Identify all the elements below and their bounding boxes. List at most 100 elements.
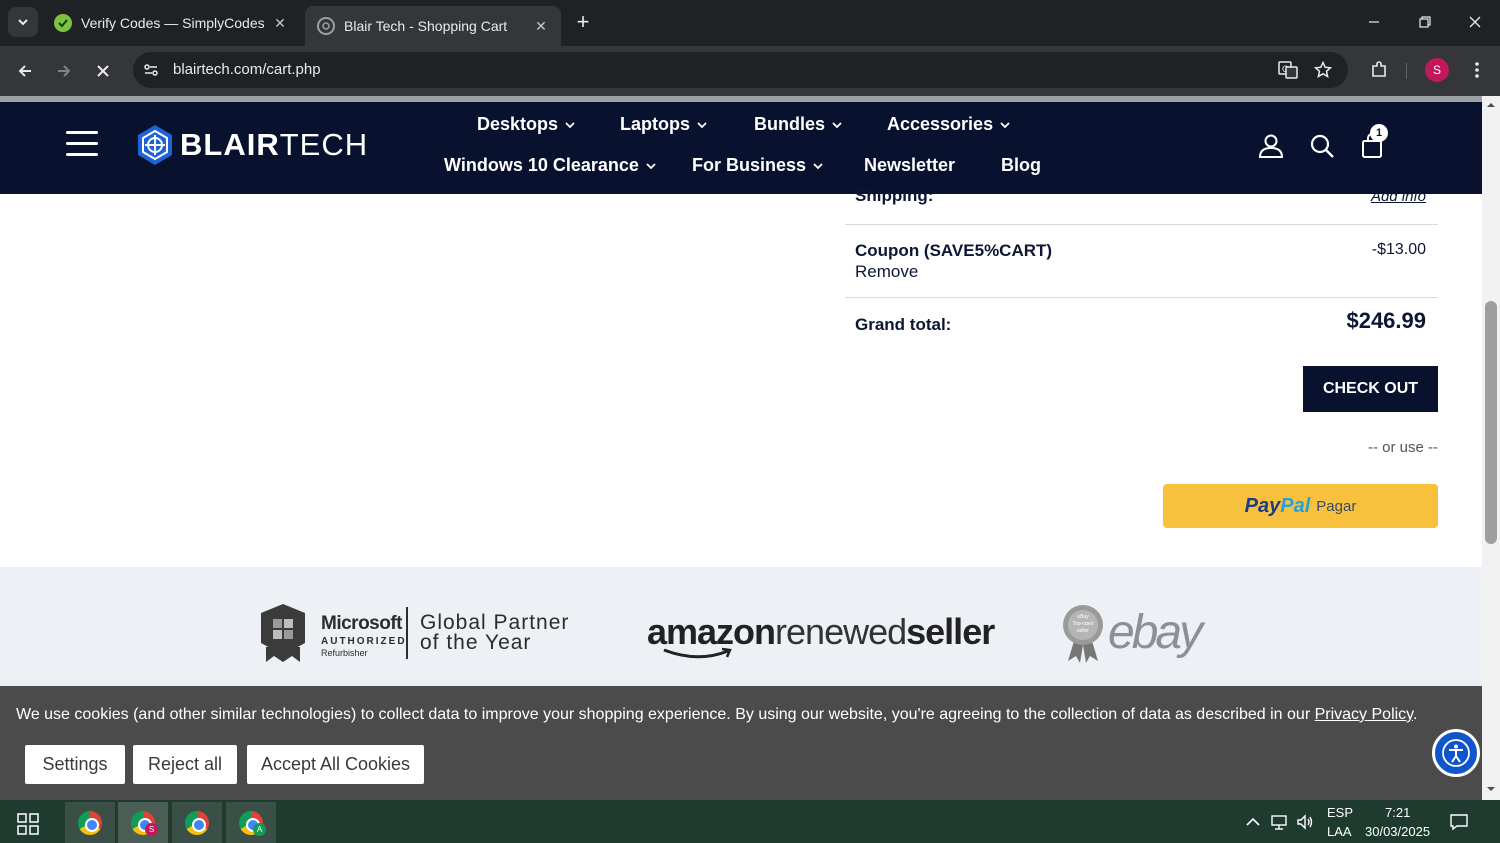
tab-blairtech-cart[interactable]: Blair Tech - Shopping Cart ✕ [305, 6, 561, 46]
menu-button[interactable] [66, 129, 98, 159]
chrome-icon [78, 810, 102, 835]
cookie-settings-button[interactable]: Settings [25, 745, 125, 784]
url-text: blairtech.com/cart.php [173, 61, 321, 78]
minimize-button[interactable] [1354, 8, 1394, 36]
chevron-down-icon [565, 121, 575, 128]
scroll-up-icon[interactable] [1486, 100, 1496, 110]
notifications-icon[interactable] [1449, 812, 1469, 832]
alternative-payment-label: -- or use -- [1367, 439, 1438, 456]
nav-label: Desktops [477, 114, 559, 134]
puzzle-icon [1372, 61, 1386, 77]
hamburger-icon [66, 142, 98, 145]
nav-newsletter[interactable]: Newsletter [864, 155, 955, 176]
address-bar[interactable]: blairtech.com/cart.php G [133, 52, 1348, 88]
cookie-consent-banner: We use cookies (and other similar techno… [0, 686, 1482, 800]
search-icon[interactable] [1308, 132, 1336, 160]
accessibility-icon [1442, 739, 1470, 767]
windows-taskbar: S A ESP LAA 7:21 30/03/2025 [0, 800, 1500, 843]
remove-coupon-link[interactable]: Remove [855, 262, 918, 282]
tab-close-button[interactable]: ✕ [533, 18, 549, 35]
browser-menu-button[interactable] [1463, 56, 1491, 84]
account-icon[interactable] [1257, 132, 1285, 160]
site-settings-icon[interactable] [143, 62, 159, 78]
back-button[interactable] [10, 56, 40, 86]
blairtech-logo[interactable]: BLAIRTECH [136, 123, 368, 167]
scrollbar-thumb[interactable] [1485, 301, 1497, 544]
profile-avatar[interactable]: S [1425, 58, 1449, 82]
translate-icon: G [1278, 61, 1298, 79]
chrome-icon [185, 810, 209, 835]
taskbar-chrome-app[interactable] [172, 802, 222, 843]
browser-toolbar: blairtech.com/cart.php G S [0, 46, 1500, 96]
clock-date[interactable]: 30/03/2025 [1365, 824, 1430, 839]
task-view-icon[interactable] [17, 813, 39, 835]
nav-label: Accessories [887, 114, 994, 134]
chevron-down-icon [697, 121, 707, 128]
nav-desktops[interactable]: Desktops [477, 114, 575, 135]
global-partner-line1: Global Partner [420, 611, 570, 634]
tab-search-button[interactable] [8, 7, 38, 37]
nav-bundles[interactable]: Bundles [754, 114, 842, 135]
amazon-smile-icon [663, 647, 732, 659]
taskbar-chrome-app[interactable] [65, 802, 115, 843]
blairtech-icon [317, 17, 335, 35]
shipping-add-info-link[interactable]: Add info [1371, 188, 1426, 205]
nav-label: Blog [1001, 155, 1041, 175]
checkout-button[interactable]: CHECK OUT [1303, 366, 1438, 412]
page-scrollbar[interactable] [1482, 96, 1500, 800]
nav-laptops[interactable]: Laptops [620, 114, 707, 135]
forward-button[interactable] [49, 56, 79, 86]
chevron-up-icon[interactable] [1244, 813, 1262, 831]
microsoft-authorized-refurbisher-logo: Microsoft AUTHORIZED Refurbisher [321, 613, 407, 658]
extensions-button[interactable] [1365, 56, 1393, 84]
input-language[interactable]: ESP [1327, 805, 1353, 820]
ebay-top-rated-seller-badge-icon: eBay Top-rated seller [1063, 605, 1103, 663]
cart-count-badge: 1 [1370, 124, 1388, 142]
new-tab-button[interactable]: + [570, 8, 596, 36]
paypal-logo-pal: Pal [1280, 494, 1311, 517]
accessibility-button[interactable] [1432, 729, 1480, 777]
close-window-button[interactable] [1455, 8, 1495, 36]
microsoft-refurbisher: Refurbisher [321, 648, 368, 658]
logo-wordmark: BLAIRTECH [180, 127, 369, 162]
network-icon[interactable] [1270, 813, 1288, 831]
bookmark-button[interactable] [1309, 56, 1337, 84]
summary-divider [845, 224, 1438, 225]
restore-button[interactable] [1405, 8, 1445, 36]
chevron-down-icon [646, 162, 656, 169]
clock-time[interactable]: 7:21 [1385, 805, 1410, 820]
global-partner-of-year-text: Global Partner of the Year [420, 611, 570, 653]
paypal-button[interactable]: Pay Pal Pagar [1163, 484, 1438, 528]
translate-button[interactable]: G [1274, 56, 1302, 84]
volume-icon[interactable] [1296, 813, 1314, 831]
nav-accessories[interactable]: Accessories [887, 114, 1010, 135]
coupon-amount: -$13.00 [1371, 241, 1426, 258]
reject-all-cookies-button[interactable]: Reject all [133, 745, 237, 784]
browser-tab-bar: Verify Codes — SimplyCodes ✕ Blair Tech … [0, 0, 1500, 46]
chevron-down-icon [832, 121, 842, 128]
star-icon [1314, 61, 1332, 79]
tab-simplycodes[interactable]: Verify Codes — SimplyCodes ✕ [42, 6, 300, 40]
coupon-label: Coupon (SAVE5%CART) [855, 241, 1053, 260]
svg-text:Top-rated: Top-rated [1072, 621, 1093, 627]
cookie-message-text: We use cookies (and other similar techno… [16, 706, 1315, 723]
scroll-down-icon[interactable] [1486, 784, 1496, 794]
stop-loading-button[interactable] [88, 56, 118, 86]
paypal-pagar-label: Pagar [1316, 497, 1357, 515]
accept-all-cookies-button[interactable]: Accept All Cookies [247, 745, 424, 784]
tab-close-button[interactable]: ✕ [272, 15, 288, 32]
svg-text:eBay: eBay [1077, 614, 1089, 620]
simplycodes-icon [54, 14, 72, 32]
nav-windows-10-clearance[interactable]: Windows 10 Clearance [444, 155, 656, 176]
nav-label: Laptops [620, 114, 690, 134]
nav-blog[interactable]: Blog [1001, 155, 1041, 176]
nav-for-business[interactable]: For Business [692, 155, 823, 176]
taskbar-chrome-app[interactable]: S [118, 802, 168, 843]
hamburger-icon [66, 131, 98, 134]
keyboard-layout[interactable]: LAA [1327, 824, 1352, 839]
taskbar-chrome-app[interactable]: A [226, 802, 276, 843]
shipping-label: Shipping: [855, 186, 934, 205]
privacy-policy-link[interactable]: Privacy Policy [1315, 706, 1413, 723]
nav-label: Bundles [754, 114, 826, 134]
ebay-logo: ebay [1108, 606, 1203, 659]
